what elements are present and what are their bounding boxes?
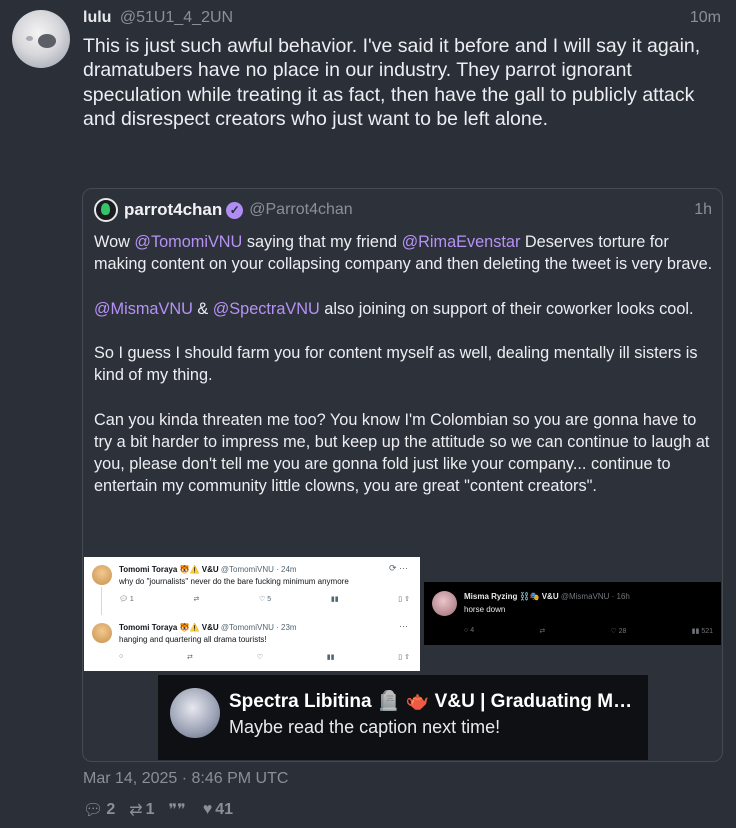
reply-count: 4 <box>470 627 475 634</box>
reply-icon: ○ <box>119 653 124 660</box>
author-handle[interactable]: @51U1_4_2UN <box>120 9 233 26</box>
more-icon: ⟳ ··· <box>388 563 408 573</box>
embedded-name: Spectra Libitina 🪦 🫖 V&U | Graduating Ma… <box>229 691 642 712</box>
attached-image-spectra-reply[interactable]: Spectra Libitina 🪦 🫖 V&U | Graduating Ma… <box>158 675 648 760</box>
embedded-tweet-header: Tomomi Toraya 🐯⚠️ V&U @TomomiVNU · 24m <box>119 565 410 574</box>
reply-count: 2 <box>106 801 116 818</box>
like-icon: ♡ 5 <box>259 596 272 603</box>
embedded-avatar <box>92 623 112 643</box>
post-timestamp[interactable]: 10m <box>690 9 721 27</box>
attached-image-misma-tweet[interactable]: Misma Ryzing ⛓️🎭 V&U @MismaVNU · 16h hor… <box>424 582 721 645</box>
bookmark-icon: ▯ ⇧ <box>398 654 410 661</box>
avatar-eyepatch <box>38 34 56 48</box>
quoted-post-text: Wow @TomomiVNU saying that my friend @Ri… <box>94 231 714 520</box>
embedded-text: hanging and quartering all drama tourist… <box>119 635 267 644</box>
like-count: 41 <box>215 801 234 818</box>
repost-icon: ⇄ <box>539 628 546 635</box>
views-icon: ▮▮ 521 <box>691 628 713 635</box>
verified-badge-icon: ✓ <box>226 201 244 219</box>
reply-button[interactable]: 💬︎ 2 <box>83 800 115 820</box>
quoted-post-timestamp[interactable]: 1h <box>694 201 712 219</box>
quoted-post-header: parrot4chan ✓ @Parrot4chan 1h <box>94 198 712 222</box>
quoted-paragraph-3: So I guess I should farm you for content… <box>94 343 698 385</box>
quoted-author-handle[interactable]: @Parrot4chan <box>249 201 352 219</box>
mention-link[interactable]: @MismaVNU <box>94 300 193 318</box>
repost-icon: ⇄ <box>193 596 200 603</box>
author-display-name[interactable]: lulu <box>83 9 111 26</box>
reply-icon: ○ 4 <box>464 627 475 634</box>
like-count: 5 <box>267 596 272 603</box>
views-icon: ▮▮ <box>326 654 335 661</box>
thread-line <box>101 587 102 615</box>
retweet-icon: ⇄ <box>129 802 143 819</box>
quote-icon: ❞❞ <box>168 802 186 819</box>
embedded-text: Maybe read the caption next time! <box>229 717 501 737</box>
post: lulu @51U1_4_2UN 10m This is just such a… <box>0 0 736 828</box>
embedded-tweet: Tomomi Toraya 🐯⚠️ V&U @TomomiVNU · 24m ⟳… <box>84 557 420 615</box>
mention-link[interactable]: @RimaEvenstar <box>402 233 521 251</box>
reply-count: 1 <box>129 596 134 603</box>
text-span: also joining on support of their coworke… <box>319 299 694 318</box>
embedded-actions: ○ ⇄ ♡ ▮▮ ▯ ⇧ <box>119 653 410 661</box>
more-icon: ··· <box>399 621 408 631</box>
embedded-avatar <box>432 591 457 616</box>
embedded-avatar <box>170 688 220 738</box>
like-count: 28 <box>618 628 627 635</box>
quote-button[interactable]: ❞❞ <box>169 800 189 820</box>
reply-icon: 💬︎ 1 <box>119 596 134 603</box>
embedded-name: Tomomi Toraya 🐯⚠️ V&U <box>119 565 219 574</box>
embedded-text: why do "journalists" never do the bare f… <box>119 577 349 586</box>
repost-button[interactable]: ⇄ 1 <box>129 800 154 820</box>
attached-image-tomomi-tweets[interactable]: Tomomi Toraya 🐯⚠️ V&U @TomomiVNU · 24m ⟳… <box>84 557 420 671</box>
author-avatar[interactable] <box>12 10 70 68</box>
text-span: Wow <box>94 233 135 251</box>
mention-link[interactable]: @SpectraVNU <box>213 300 320 318</box>
quoted-paragraph-2: @MismaVNU & @SpectraVNU also joining on … <box>94 298 714 320</box>
embedded-text: horse down <box>464 605 506 614</box>
repost-icon: ⇄ <box>187 654 193 661</box>
embedded-handle: @TomomiVNU · 24m <box>220 565 297 574</box>
bookmark-icon: ▯ ⇧ <box>398 596 410 603</box>
quoted-paragraph-4: Can you kinda threaten me too? You know … <box>94 410 710 496</box>
post-header: lulu @51U1_4_2UN 10m <box>83 9 721 29</box>
embedded-handle: @MismaVNU · 16h <box>560 592 630 601</box>
post-text: This is just such awful behavior. I've s… <box>83 35 701 130</box>
avatar-eye <box>26 36 33 41</box>
embedded-tweet-header: Misma Ryzing ⛓️🎭 V&U @MismaVNU · 16h <box>464 592 630 601</box>
quoted-paragraph-1: Wow @TomomiVNU saying that my friend @Ri… <box>94 231 714 275</box>
mention-link[interactable]: @TomomiVNU <box>134 233 242 251</box>
quoted-author-display-name[interactable]: parrot4chan <box>124 200 222 220</box>
like-button[interactable]: ♥ 41 <box>203 801 233 819</box>
quoted-author-avatar[interactable] <box>94 198 118 222</box>
post-stats: 💬︎ 2 ⇄ 1 ❞❞ ♥ 41 <box>83 800 233 820</box>
embedded-name: Tomomi Toraya 🐯⚠️ V&U <box>119 623 219 632</box>
like-icon: ♡ <box>256 654 263 661</box>
comment-icon: 💬︎ <box>83 802 104 819</box>
views-icon: ▮▮ <box>330 596 339 603</box>
embedded-actions: ○ 4 ⇄ ♡ 28 ▮▮ 521 <box>464 627 713 635</box>
post-date[interactable]: Mar 14, 2025 · 8:46 PM UTC <box>83 770 288 788</box>
text-span: saying that my friend <box>242 233 402 251</box>
embedded-name: Misma Ryzing ⛓️🎭 V&U <box>464 592 559 601</box>
embedded-actions: 💬︎ 1 ⇄ ♡ 5 ▮▮ ▯ ⇧ <box>119 595 410 603</box>
text-span: & <box>192 299 213 318</box>
embedded-avatar <box>92 565 112 585</box>
like-icon: ♡ 28 <box>610 628 627 635</box>
view-count: 521 <box>701 628 713 635</box>
repost-count: 1 <box>145 801 155 818</box>
embedded-handle: @TomomiVNU · 23m <box>220 623 297 632</box>
embedded-tweet-header: Tomomi Toraya 🐯⚠️ V&U @TomomiVNU · 23m <box>119 623 410 632</box>
embedded-tweet: Tomomi Toraya 🐯⚠️ V&U @TomomiVNU · 23m ·… <box>84 615 420 671</box>
heart-icon: ♥ <box>202 801 213 818</box>
